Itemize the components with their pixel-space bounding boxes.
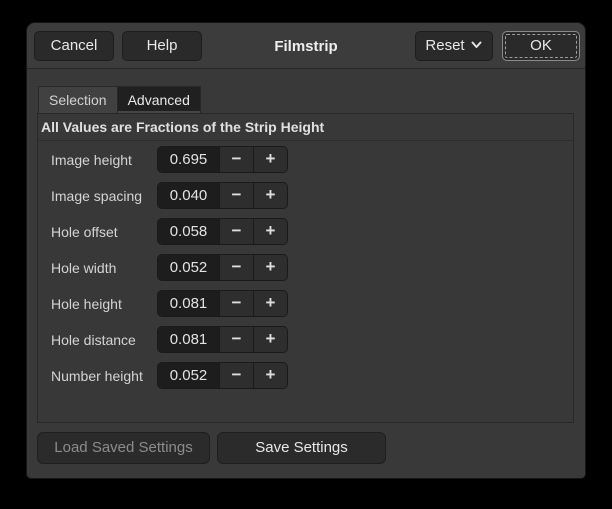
image-spacing-increment-button[interactable]: + <box>253 183 287 208</box>
field-row-number-height: Number height 0.052 − + <box>51 362 573 389</box>
hole-offset-spinbox: 0.058 − + <box>157 218 288 245</box>
hole-distance-increment-button[interactable]: + <box>253 327 287 352</box>
number-height-input[interactable]: 0.052 <box>158 363 219 388</box>
save-settings-button[interactable]: Save Settings <box>217 432 386 464</box>
field-row-image-spacing: Image spacing 0.040 − + <box>51 182 573 209</box>
tab-selection[interactable]: Selection <box>38 86 118 114</box>
hole-height-input[interactable]: 0.081 <box>158 291 219 316</box>
number-height-label: Number height <box>51 368 157 384</box>
image-height-input[interactable]: 0.695 <box>158 147 219 172</box>
field-row-hole-distance: Hole distance 0.081 − + <box>51 326 573 353</box>
cancel-button[interactable]: Cancel <box>34 31 114 61</box>
load-saved-settings-button[interactable]: Load Saved Settings <box>37 432 210 464</box>
ok-button[interactable]: OK <box>502 31 580 61</box>
image-height-spinbox: 0.695 − + <box>157 146 288 173</box>
number-height-increment-button[interactable]: + <box>253 363 287 388</box>
tab-advanced[interactable]: Advanced <box>118 86 201 114</box>
advanced-panel: All Values are Fractions of the Strip He… <box>37 113 574 423</box>
field-row-hole-offset: Hole offset 0.058 − + <box>51 218 573 245</box>
hole-distance-decrement-button[interactable]: − <box>219 327 253 352</box>
hole-width-spinbox: 0.052 − + <box>157 254 288 281</box>
image-spacing-decrement-button[interactable]: − <box>219 183 253 208</box>
screen: Filmstrip Cancel Help Reset OK Selection… <box>0 0 612 509</box>
hole-height-increment-button[interactable]: + <box>253 291 287 316</box>
reset-button[interactable]: Reset <box>415 31 493 61</box>
field-row-image-height: Image height 0.695 − + <box>51 146 573 173</box>
hole-height-decrement-button[interactable]: − <box>219 291 253 316</box>
field-row-hole-height: Hole height 0.081 − + <box>51 290 573 317</box>
headerbar: Filmstrip Cancel Help Reset OK <box>27 23 585 69</box>
hole-offset-increment-button[interactable]: + <box>253 219 287 244</box>
hole-width-label: Hole width <box>51 260 157 276</box>
image-spacing-input[interactable]: 0.040 <box>158 183 219 208</box>
hole-distance-spinbox: 0.081 − + <box>157 326 288 353</box>
hole-offset-input[interactable]: 0.058 <box>158 219 219 244</box>
image-spacing-label: Image spacing <box>51 188 157 204</box>
image-spacing-spinbox: 0.040 − + <box>157 182 288 209</box>
number-height-decrement-button[interactable]: − <box>219 363 253 388</box>
number-height-spinbox: 0.052 − + <box>157 362 288 389</box>
image-height-decrement-button[interactable]: − <box>219 147 253 172</box>
hole-width-decrement-button[interactable]: − <box>219 255 253 280</box>
panel-heading: All Values are Fractions of the Strip He… <box>38 114 573 141</box>
tab-bar: Selection Advanced <box>38 86 201 114</box>
field-row-hole-width: Hole width 0.052 − + <box>51 254 573 281</box>
image-height-label: Image height <box>51 152 157 168</box>
hole-distance-input[interactable]: 0.081 <box>158 327 219 352</box>
hole-width-increment-button[interactable]: + <box>253 255 287 280</box>
hole-distance-label: Hole distance <box>51 332 157 348</box>
chevron-down-icon <box>470 33 483 61</box>
help-button[interactable]: Help <box>122 31 202 61</box>
field-rows: Image height 0.695 − + Image spacing 0.0… <box>38 141 573 389</box>
filmstrip-dialog: Filmstrip Cancel Help Reset OK Selection… <box>27 23 585 478</box>
hole-height-label: Hole height <box>51 296 157 312</box>
hole-offset-label: Hole offset <box>51 224 157 240</box>
hole-width-input[interactable]: 0.052 <box>158 255 219 280</box>
image-height-increment-button[interactable]: + <box>253 147 287 172</box>
hole-offset-decrement-button[interactable]: − <box>219 219 253 244</box>
reset-button-label: Reset <box>425 32 464 60</box>
hole-height-spinbox: 0.081 − + <box>157 290 288 317</box>
